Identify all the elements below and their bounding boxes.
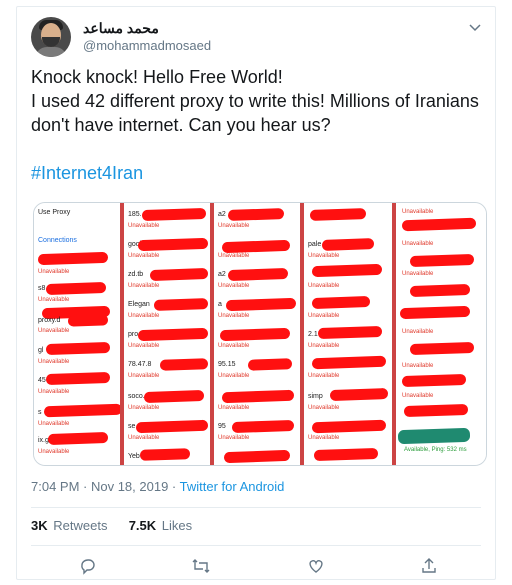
status-text: Unavailable bbox=[38, 359, 70, 365]
proxy-ip: zd.tb bbox=[128, 271, 144, 278]
proxy-ip: pale bbox=[308, 241, 322, 248]
likes-label[interactable]: Likes bbox=[162, 518, 192, 533]
status-text: Unavailable bbox=[402, 209, 434, 215]
proxy-ip: 185. bbox=[128, 211, 142, 218]
proxy-ip: a2 bbox=[218, 211, 226, 218]
status-text: Unavailable bbox=[218, 343, 250, 349]
author-handle[interactable]: @mohammadmosaed bbox=[83, 38, 211, 53]
status-text: Unavailable bbox=[402, 241, 434, 247]
use-proxy-label: Use Proxy bbox=[38, 209, 71, 216]
attached-image[interactable]: Use Proxy Connections Unavailable s8 Una… bbox=[33, 202, 487, 466]
status-text: Unavailable bbox=[128, 343, 160, 349]
screenshot-panel: pale Unavailable Unavailable Unavailable… bbox=[302, 203, 394, 465]
status-text: Unavailable bbox=[308, 373, 340, 379]
status-text: Unavailable bbox=[218, 313, 250, 319]
status-text: Unavailable bbox=[308, 405, 340, 411]
screenshot-panel: Use Proxy Connections Unavailable s8 Una… bbox=[34, 203, 122, 465]
divider bbox=[31, 507, 481, 508]
proxy-ip: s8 bbox=[38, 285, 46, 292]
status-text: Unavailable bbox=[402, 329, 434, 335]
status-text: Unavailable bbox=[218, 373, 250, 379]
status-text: Unavailable bbox=[308, 435, 340, 441]
retweets-count[interactable]: 3K bbox=[31, 518, 48, 533]
tweet-meta: 7:04 PM · Nov 18, 2019 · Twitter for And… bbox=[31, 479, 284, 494]
status-text: Unavailable bbox=[38, 297, 70, 303]
source-link[interactable]: Twitter for Android bbox=[180, 479, 285, 494]
status-text: Unavailable bbox=[128, 283, 160, 289]
status-text: Unavailable bbox=[128, 223, 160, 229]
status-text: Unavailable bbox=[128, 253, 160, 259]
proxy-ip: se bbox=[128, 423, 136, 430]
status-text: Unavailable bbox=[218, 223, 250, 229]
status-text: Unavailable bbox=[402, 271, 434, 277]
status-text: Unavailable bbox=[218, 253, 250, 259]
status-text: Unavailable bbox=[38, 328, 70, 334]
status-text: Unavailable bbox=[218, 405, 250, 411]
status-text: Unavailable bbox=[128, 313, 160, 319]
share-icon[interactable] bbox=[420, 557, 440, 577]
proxy-ip: 95 bbox=[218, 423, 226, 430]
retweet-icon[interactable] bbox=[191, 557, 211, 577]
like-icon[interactable] bbox=[307, 557, 327, 577]
status-text: Unavailable bbox=[218, 435, 250, 441]
status-text: Unavailable bbox=[128, 435, 160, 441]
proxy-ip: Yeb bbox=[128, 453, 140, 460]
author-name[interactable]: محمد مساعد bbox=[83, 20, 159, 37]
status-text: Unavailable bbox=[218, 283, 250, 289]
avatar[interactable] bbox=[31, 17, 71, 57]
proxy-ip: a bbox=[218, 301, 222, 308]
screenshot-panel: a2 Unavailable Unavailable a2 Unavailabl… bbox=[212, 203, 302, 465]
proxy-ip: 78.47.8 bbox=[128, 361, 152, 368]
status-text: Unavailable bbox=[308, 283, 340, 289]
proxy-ip: 45 bbox=[38, 377, 46, 384]
status-text: Unavailable bbox=[308, 253, 340, 259]
tweet-actions bbox=[17, 557, 495, 579]
tweet-text: Knock knock! Hello Free World! I used 42… bbox=[31, 65, 486, 185]
proxy-ip: proxy.d bbox=[38, 317, 61, 324]
timestamp[interactable]: 7:04 PM · Nov 18, 2019 · bbox=[31, 479, 180, 494]
status-text: Unavailable bbox=[402, 363, 434, 369]
status-text: Unavailable bbox=[38, 449, 70, 455]
reply-icon[interactable] bbox=[79, 557, 99, 577]
status-text: Unavailable bbox=[308, 343, 340, 349]
status-text: Unavailable bbox=[38, 421, 70, 427]
caret-down-icon[interactable] bbox=[469, 21, 481, 35]
tweet-card: محمد مساعد @mohammadmosaed Knock knock! … bbox=[16, 6, 496, 580]
proxy-ip: soco. bbox=[128, 393, 145, 400]
tweet-text-line: Knock knock! Hello Free World! bbox=[31, 67, 283, 87]
connections-label: Connections bbox=[38, 237, 77, 244]
proxy-ip: s bbox=[38, 409, 42, 416]
status-text: Unavailable bbox=[402, 393, 434, 399]
retweets-label[interactable]: Retweets bbox=[53, 518, 107, 533]
proxy-ip: Elegan bbox=[128, 301, 150, 308]
status-text: Unavailable bbox=[308, 313, 340, 319]
status-text-available: Available, Ping: 532 ms bbox=[404, 447, 467, 453]
tweet-text-line: I used 42 different proxy to write this!… bbox=[31, 91, 479, 135]
hashtag-link[interactable]: #Internet4Iran bbox=[31, 161, 486, 185]
likes-count[interactable]: 7.5K bbox=[129, 518, 156, 533]
status-text: Unavailable bbox=[38, 389, 70, 395]
proxy-ip: pro bbox=[128, 331, 139, 338]
proxy-ip: a2 bbox=[218, 271, 226, 278]
tweet-stats: 3K Retweets 7.5K Likes bbox=[31, 518, 192, 533]
status-text: Unavailable bbox=[38, 269, 70, 275]
divider bbox=[31, 545, 481, 546]
proxy-ip: gl bbox=[38, 347, 44, 354]
proxy-ip: 95.15 bbox=[218, 361, 236, 368]
status-text: Unavailable bbox=[128, 405, 160, 411]
screenshot-panel: 185. Unavailable gool Unavailable zd.tb … bbox=[122, 203, 212, 465]
screenshot-panel: Unavailable Unavailable Unavailable Unav… bbox=[394, 203, 486, 465]
status-text: Unavailable bbox=[128, 373, 160, 379]
tweet-header: محمد مساعد @mohammadmosaed bbox=[31, 17, 485, 61]
proxy-ip: simp bbox=[308, 393, 323, 400]
proxy-ip: 2.1 bbox=[308, 331, 318, 338]
